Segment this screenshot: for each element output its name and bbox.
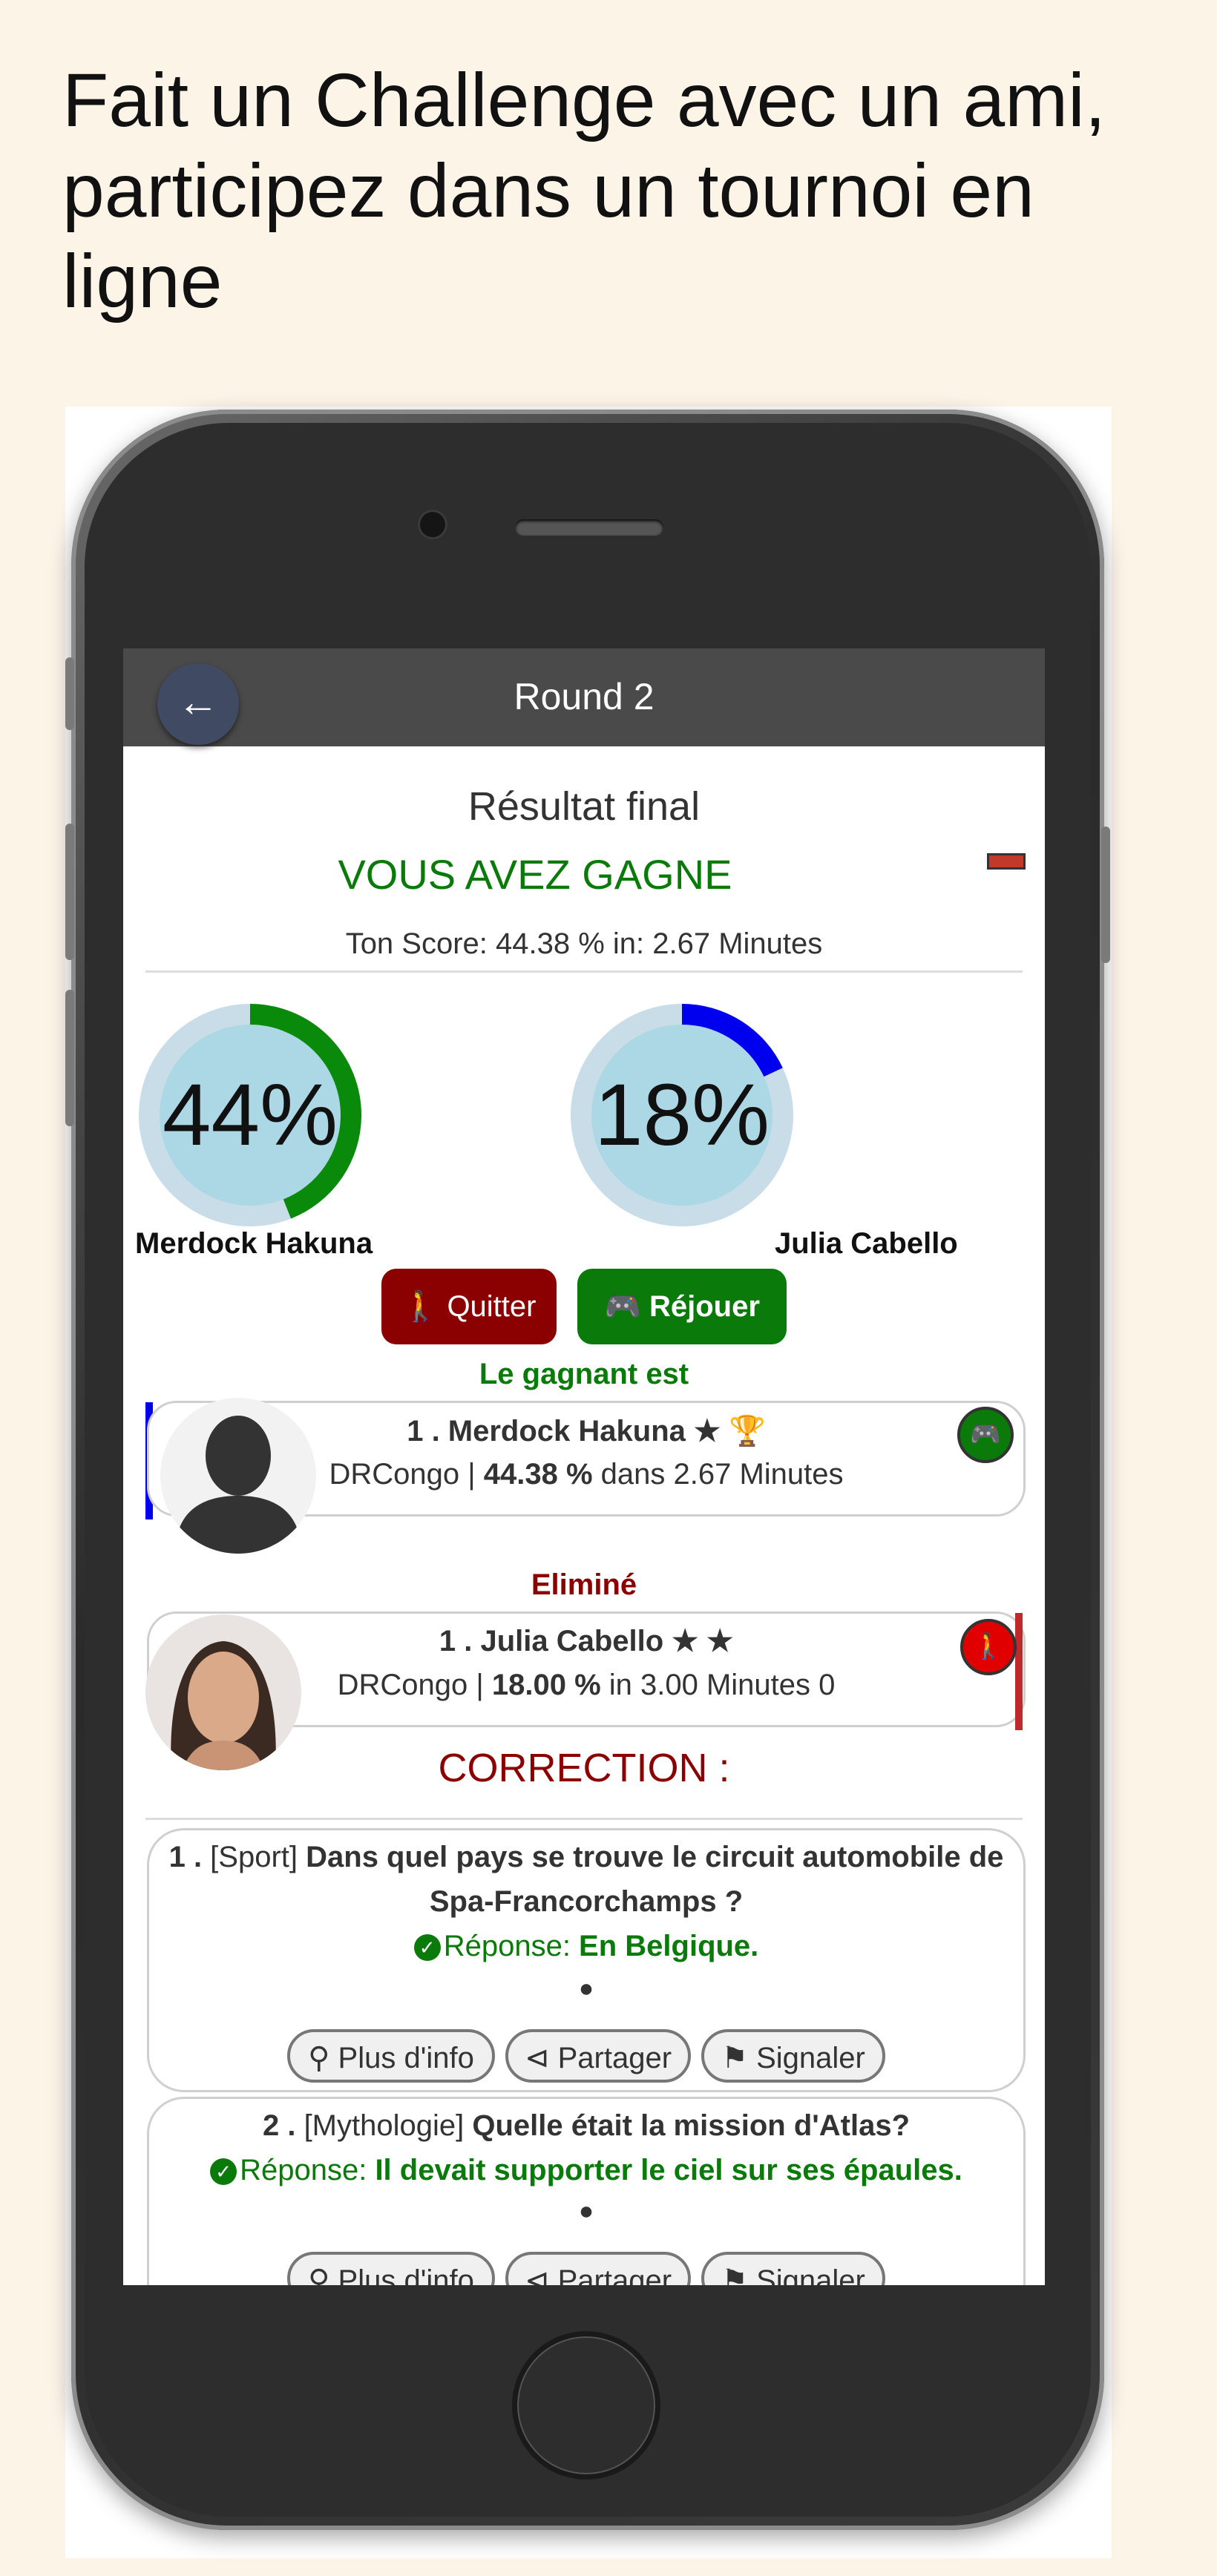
report-button[interactable]: ⚑ Signaler <box>701 2029 885 2083</box>
divider <box>145 970 1023 973</box>
question-answer: ✓ Réponse: En Belgique. <box>149 1930 1023 1963</box>
player1-score-gauge: 44% <box>135 1000 365 1230</box>
gamepad-icon: 🎮 <box>604 1290 641 1323</box>
share-button[interactable]: ⊲ Partager <box>505 2029 691 2083</box>
report-button[interactable]: ⚑ Signaler <box>701 2252 885 2285</box>
walking-person-icon[interactable]: 🚶 <box>960 1619 1017 1675</box>
result-status: VOUS AVEZ GAGNE <box>338 851 732 898</box>
gamepad-icon[interactable]: 🎮 <box>957 1407 1014 1463</box>
home-button[interactable] <box>512 2331 660 2480</box>
share-icon: ⊲ <box>524 2042 550 2074</box>
earpiece-speaker <box>515 519 663 536</box>
walking-person-icon: 🚶 <box>401 1290 439 1323</box>
share-icon: ⊲ <box>524 2264 550 2285</box>
eliminated-accent-bar <box>1015 1613 1023 1730</box>
question-answer: ✓ Réponse: Il devait supporter le ciel su… <box>149 2154 1023 2187</box>
player2-name: Julia Cabello <box>775 1227 958 1260</box>
headline: Fait un Challenge avec un ami, participe… <box>62 58 1106 323</box>
correction-title: CORRECTION : <box>438 1746 730 1790</box>
power-button <box>1101 827 1110 963</box>
search-icon: ⚲ <box>308 2264 330 2285</box>
player1-percent: 44% <box>162 1066 338 1164</box>
quit-label: Quitter <box>447 1290 537 1323</box>
player2-score-gauge: 18% <box>567 1000 797 1230</box>
check-circle-icon: ✓ <box>210 2158 237 2186</box>
divider <box>145 1818 1023 1820</box>
volume-up-button <box>65 824 74 960</box>
app-screen: ← Round 2 Résultat final VOUS AVEZ GAGNE… <box>123 648 1045 2285</box>
more-info-button[interactable]: ⚲ Plus d'info <box>287 2029 495 2083</box>
result-title: Résultat final <box>468 784 701 829</box>
winner-label: Le gagnant est <box>479 1358 689 1390</box>
check-circle-icon: ✓ <box>413 1934 441 1962</box>
round-title: Round 2 <box>514 676 655 717</box>
score-line: Ton Score: 44.38 % in: 2.67 Minutes <box>345 927 823 960</box>
player2-percent: 18% <box>594 1066 770 1164</box>
player1-name: Merdock Hakuna <box>135 1227 373 1260</box>
front-camera <box>420 512 445 537</box>
question-text: 1 . [Sport] Dans quel pays se trouve le … <box>168 1841 1004 1918</box>
question-card: 2 . [Mythologie] Quelle était la mission… <box>147 2097 1026 2285</box>
flag-icon: ⚑ <box>721 2264 748 2285</box>
replay-label: Réjouer <box>649 1290 760 1323</box>
flag-icon <box>987 853 1026 870</box>
lightbulb-icon[interactable]: ● <box>575 2197 597 2227</box>
flag-icon: ⚑ <box>721 2042 748 2074</box>
winner-avatar <box>160 1398 316 1554</box>
volume-down-button <box>65 990 74 1126</box>
top-bar: ← Round 2 <box>123 648 1045 746</box>
lightbulb-icon[interactable]: ● <box>575 1974 597 2004</box>
search-icon: ⚲ <box>308 2042 330 2074</box>
more-info-button[interactable]: ⚲ Plus d'info <box>287 2252 495 2285</box>
mute-switch <box>65 657 74 730</box>
eliminated-label: Eliminé <box>531 1568 637 1601</box>
quit-button[interactable]: 🚶 Quitter <box>381 1269 557 1344</box>
question-text: 2 . [Mythologie] Quelle était la mission… <box>262 2109 911 2142</box>
replay-button[interactable]: 🎮 Réjouer <box>577 1269 787 1344</box>
share-button[interactable]: ⊲ Partager <box>505 2252 691 2285</box>
question-card: 1 . [Sport] Dans quel pays se trouve le … <box>147 1828 1026 2092</box>
